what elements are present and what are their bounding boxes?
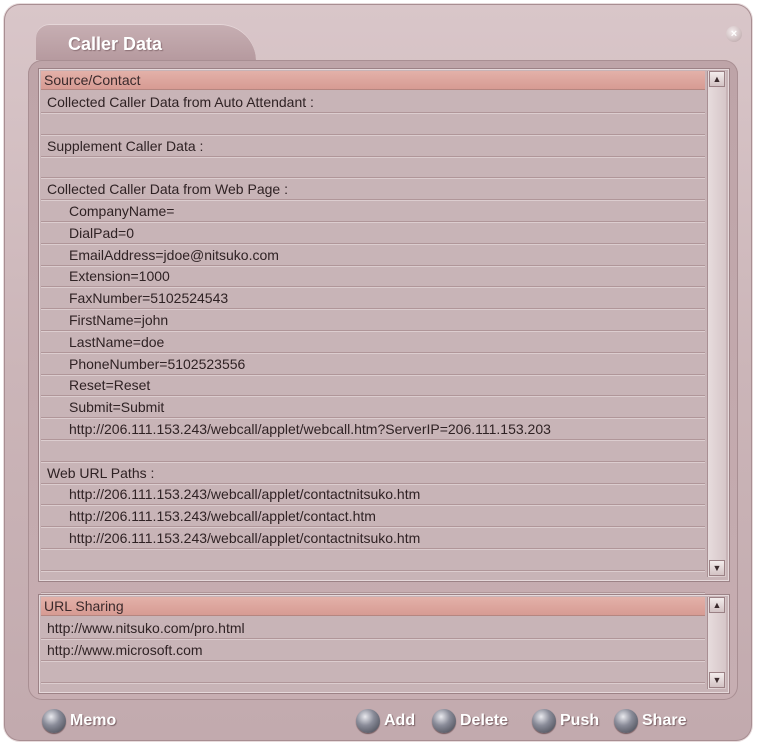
add-button-label: Add bbox=[384, 712, 416, 729]
orb-icon bbox=[42, 709, 66, 733]
list-item[interactable]: Collected Caller Data from Auto Attendan… bbox=[41, 91, 705, 113]
bottom-toolbar: Memo Add Delete Push Share bbox=[4, 704, 752, 740]
scroll-down-arrow-icon[interactable]: ▼ bbox=[709, 672, 725, 688]
list-item[interactable]: http://www.nitsuko.com/pro.html bbox=[41, 617, 705, 639]
list-item[interactable]: LastName=doe bbox=[41, 331, 705, 353]
list-item[interactable] bbox=[41, 549, 705, 571]
list-item[interactable]: Extension=1000 bbox=[41, 265, 705, 288]
list-item[interactable] bbox=[41, 156, 705, 179]
list-item[interactable]: Web URL Paths : bbox=[41, 462, 705, 484]
memo-button[interactable]: Memo bbox=[42, 706, 116, 736]
list-item[interactable]: http://206.111.153.243/webcall/applet/co… bbox=[41, 527, 705, 549]
source-contact-list[interactable]: Source/Contact Collected Caller Data fro… bbox=[38, 68, 730, 593]
delete-button[interactable]: Delete bbox=[432, 706, 508, 736]
list-item[interactable]: FaxNumber=5102524543 bbox=[41, 287, 705, 310]
window-title: Caller Data bbox=[68, 34, 163, 54]
url-sharing-header: URL Sharing bbox=[41, 597, 705, 616]
caller-data-window: Caller Data × Source/Contact Collected C… bbox=[4, 4, 752, 741]
source-contact-header: Source/Contact bbox=[41, 71, 705, 90]
orb-icon bbox=[532, 709, 556, 733]
scroll-up-arrow-icon[interactable]: ▲ bbox=[709, 71, 725, 87]
list-item[interactable]: http://206.111.153.243/webcall/applet/co… bbox=[41, 505, 705, 528]
list-item[interactable]: http://206.111.153.243/webcall/applet/co… bbox=[41, 483, 705, 506]
list-item[interactable] bbox=[41, 113, 705, 135]
list-item[interactable] bbox=[41, 440, 705, 462]
list-item[interactable]: Collected Caller Data from Web Page : bbox=[41, 178, 705, 201]
add-button[interactable]: Add bbox=[356, 706, 415, 736]
list-item[interactable]: Supplement Caller Data : bbox=[41, 135, 705, 157]
orb-icon bbox=[432, 709, 456, 733]
push-button[interactable]: Push bbox=[532, 706, 599, 736]
list-item[interactable] bbox=[41, 571, 705, 593]
delete-button-label: Delete bbox=[460, 712, 509, 729]
list-item[interactable]: DialPad=0 bbox=[41, 222, 705, 244]
list-item[interactable]: Submit=Submit bbox=[41, 396, 705, 419]
source-scrollbar[interactable]: ▲ ▼ bbox=[707, 71, 726, 577]
list-item[interactable] bbox=[41, 661, 705, 683]
scroll-down-arrow-icon[interactable]: ▼ bbox=[709, 560, 725, 576]
list-item[interactable]: EmailAddress=jdoe@nitsuko.com bbox=[41, 244, 705, 266]
orb-icon bbox=[356, 709, 380, 733]
list-item[interactable]: CompanyName= bbox=[41, 200, 705, 222]
list-item[interactable]: FirstName=john bbox=[41, 309, 705, 331]
list-item[interactable]: http://www.microsoft.com bbox=[41, 639, 705, 661]
list-item[interactable]: Reset=Reset bbox=[41, 374, 705, 397]
list-item[interactable]: http://206.111.153.243/webcall/applet/we… bbox=[41, 418, 705, 440]
url-scrollbar[interactable]: ▲ ▼ bbox=[707, 597, 726, 689]
memo-button-label: Memo bbox=[70, 712, 117, 729]
url-sharing-list[interactable]: URL Sharing http://www.nitsuko.com/pro.h… bbox=[38, 594, 730, 694]
share-button-label: Share bbox=[642, 712, 687, 729]
push-button-label: Push bbox=[560, 712, 600, 729]
list-item[interactable]: PhoneNumber=5102523556 bbox=[41, 353, 705, 375]
orb-icon bbox=[614, 709, 638, 733]
share-button[interactable]: Share bbox=[614, 706, 686, 736]
scroll-up-arrow-icon[interactable]: ▲ bbox=[709, 597, 725, 613]
close-icon[interactable]: × bbox=[726, 26, 742, 42]
